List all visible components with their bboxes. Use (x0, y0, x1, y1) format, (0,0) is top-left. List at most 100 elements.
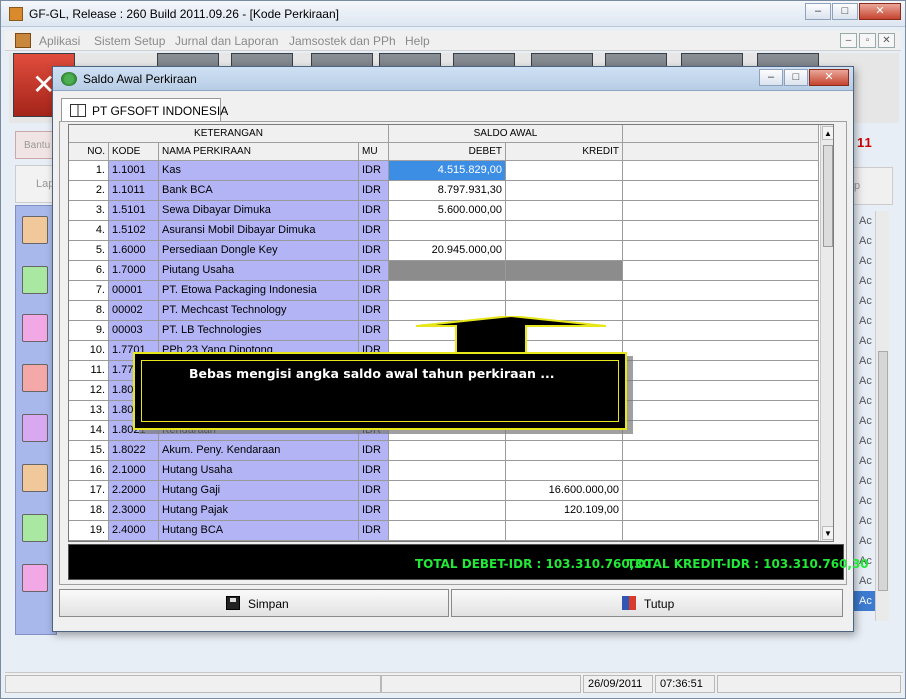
cell-kode: 1.5102 (109, 221, 159, 241)
folder-icon[interactable] (22, 216, 48, 244)
cell-debet[interactable]: 4.515.829,00 (389, 161, 506, 181)
cell-debet[interactable]: 5.600.000,00 (389, 201, 506, 221)
table-row[interactable]: 16. 2.1000 Hutang Usaha IDR (69, 461, 819, 481)
header-empty (623, 125, 819, 143)
header-debet: DEBET (389, 143, 506, 161)
cell-debet[interactable] (389, 481, 506, 501)
tab-company[interactable]: PT GFSOFT INDONESIA (61, 98, 228, 122)
cell-no: 8. (69, 301, 109, 321)
folder-icon[interactable] (22, 564, 48, 592)
cell-no: 17. (69, 481, 109, 501)
dialog-maximize-button[interactable]: □ (784, 69, 808, 86)
cell-kredit[interactable] (506, 161, 623, 181)
cell-kredit[interactable] (506, 441, 623, 461)
cell-nama-perkiraan: Hutang Usaha (159, 461, 359, 481)
cell-debet[interactable]: 8.797.931,30 (389, 181, 506, 201)
status-cell (5, 675, 381, 693)
cell-kredit[interactable]: 16.600.000,00 (506, 481, 623, 501)
table-row[interactable]: 18. 2.3000 Hutang Pajak IDR 120.109,00 (69, 501, 819, 521)
dialog-minimize-button[interactable]: – (759, 69, 783, 86)
table-row[interactable]: 7. 00001 PT. Etowa Packaging Indonesia IDR (69, 281, 819, 301)
cell-no: 3. (69, 201, 109, 221)
menu-bar: Aplikasi Sistem Setup Jurnal dan Laporan… (5, 31, 901, 51)
cell-no: 1. (69, 161, 109, 181)
table-row[interactable]: 4. 1.5102 Asuransi Mobil Dibayar Dimuka IDR (69, 221, 819, 241)
cell-debet[interactable] (389, 281, 506, 301)
folder-icon[interactable] (22, 514, 48, 542)
cell-kredit[interactable] (506, 461, 623, 481)
cell-debet[interactable] (389, 501, 506, 521)
table-row[interactable]: 6. 1.7000 Piutang Usaha IDR (69, 261, 819, 281)
cell-nama-perkiraan: Hutang Gaji (159, 481, 359, 501)
table-row[interactable]: 19. 2.4000 Hutang BCA IDR (69, 521, 819, 541)
header-empty (623, 143, 819, 161)
tutup-button[interactable]: Tutup (451, 589, 843, 617)
folder-icon[interactable] (22, 266, 48, 294)
scroll-down-arrow-icon[interactable]: ▼ (822, 526, 833, 540)
mdi-restore-button[interactable]: ▫ (859, 33, 876, 48)
cell-kredit[interactable] (506, 281, 623, 301)
cell-mu: IDR (359, 461, 389, 481)
maximize-button[interactable]: □ (832, 3, 858, 20)
menu-jurnal-dan-laporan[interactable]: Jurnal dan Laporan (175, 34, 278, 48)
header-keterangan: KETERANGAN (69, 125, 389, 143)
menu-sistem-setup[interactable]: Sistem Setup (94, 34, 165, 48)
main-titlebar: GF-GL, Release : 260 Build 2011.09.26 - … (1, 1, 905, 27)
close-button[interactable]: ✕ (859, 3, 901, 20)
table-row[interactable]: 15. 1.8022 Akum. Peny. Kendaraan IDR (69, 441, 819, 461)
scrollbar-thumb[interactable] (878, 351, 888, 591)
cell-kredit[interactable] (506, 221, 623, 241)
cell-kredit[interactable] (506, 521, 623, 541)
cell-kode: 1.5101 (109, 201, 159, 221)
cell-empty (623, 501, 819, 521)
cell-debet[interactable] (389, 441, 506, 461)
cell-kode: 2.2000 (109, 481, 159, 501)
menu-help[interactable]: Help (405, 34, 430, 48)
grid-scrollbar[interactable]: ▲ ▼ (820, 125, 833, 541)
cell-no: 18. (69, 501, 109, 521)
mdi-minimize-button[interactable]: – (840, 33, 857, 48)
cell-no: 13. (69, 401, 109, 421)
table-row[interactable]: 5. 1.6000 Persediaan Dongle Key IDR 20.945.0… (69, 241, 819, 261)
menu-aplikasi[interactable]: Aplikasi (39, 34, 80, 48)
table-row[interactable]: 3. 1.5101 Sewa Dibayar Dimuka IDR 5.600.000,… (69, 201, 819, 221)
table-row[interactable]: 17. 2.2000 Hutang Gaji IDR 16.600.000,00 (69, 481, 819, 501)
scrollbar-thumb[interactable] (823, 145, 833, 247)
cell-no: 7. (69, 281, 109, 301)
minimize-button[interactable]: – (805, 3, 831, 20)
scroll-up-arrow-icon[interactable]: ▲ (822, 126, 833, 140)
dialog-close-button[interactable]: ✕ (809, 69, 849, 86)
cell-kredit[interactable] (506, 201, 623, 221)
tab-label: PT GFSOFT INDONESIA (92, 104, 229, 118)
mdi-close-button[interactable]: ✕ (878, 33, 895, 48)
cell-debet[interactable] (389, 461, 506, 481)
cell-empty (623, 261, 819, 281)
table-row[interactable]: 1. 1.1001 Kas IDR 4.515.829,00 (69, 161, 819, 181)
cell-debet[interactable]: 20.945.000,00 (389, 241, 506, 261)
folder-icon[interactable] (22, 314, 48, 342)
right-panel-scrollbar[interactable] (875, 211, 889, 621)
cell-kredit[interactable] (506, 181, 623, 201)
table-row[interactable]: 2. 1.1011 Bank BCA IDR 8.797.931,30 (69, 181, 819, 201)
cell-debet[interactable] (389, 221, 506, 241)
simpan-button[interactable]: Simpan (59, 589, 449, 617)
menu-jamsostek-dan-pph[interactable]: Jamsostek dan PPh (289, 34, 396, 48)
cell-nama-perkiraan: Kas (159, 161, 359, 181)
cell-kredit[interactable] (506, 261, 623, 281)
cell-empty (623, 361, 819, 381)
document-icon (15, 33, 31, 48)
cell-kode: 2.3000 (109, 501, 159, 521)
cell-no: 6. (69, 261, 109, 281)
folder-icon[interactable] (22, 464, 48, 492)
cell-nama-perkiraan: Sewa Dibayar Dimuka (159, 201, 359, 221)
cell-debet[interactable] (389, 521, 506, 541)
dialog-titlebar: Saldo Awal Perkiraan – □ ✕ (53, 67, 853, 91)
folder-icon[interactable] (22, 414, 48, 442)
cell-kode: 2.1000 (109, 461, 159, 481)
folder-icon[interactable] (22, 364, 48, 392)
cell-kredit[interactable] (506, 241, 623, 261)
cell-debet[interactable] (389, 261, 506, 281)
cell-mu: IDR (359, 261, 389, 281)
right-panel-button[interactable]: p (853, 167, 893, 205)
cell-kredit[interactable]: 120.109,00 (506, 501, 623, 521)
